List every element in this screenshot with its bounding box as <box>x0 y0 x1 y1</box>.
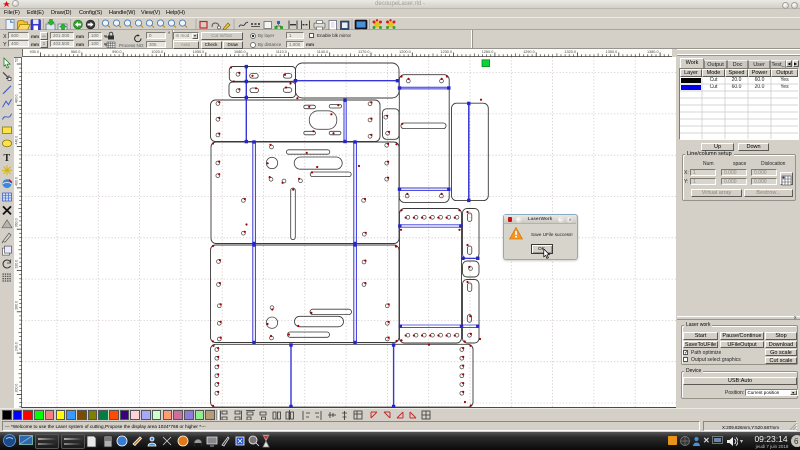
svg-text:1080.0: 1080.0 <box>234 50 246 54</box>
svg-text:960.0: 960.0 <box>71 50 81 54</box>
svg-text:1170.0: 1170.0 <box>358 50 369 54</box>
svg-text:320.0: 320.0 <box>15 260 19 269</box>
svg-text:1140.0: 1140.0 <box>317 50 328 54</box>
svg-text:T: T <box>4 153 11 164</box>
svg-text:400.0: 400.0 <box>15 177 19 186</box>
svg-text:1350.0: 1350.0 <box>606 50 618 54</box>
svg-text:930.0: 930.0 <box>30 50 40 54</box>
svg-text:1020.0: 1020.0 <box>151 50 163 54</box>
svg-text:1380.0: 1380.0 <box>647 50 659 54</box>
svg-text:200.0: 200.0 <box>15 384 19 393</box>
svg-text:360.0: 360.0 <box>15 218 19 227</box>
svg-text:1200.0: 1200.0 <box>399 50 411 54</box>
svg-text:1230.0: 1230.0 <box>440 50 452 54</box>
svg-text:990.0: 990.0 <box>112 50 122 54</box>
svg-text:1050.0: 1050.0 <box>193 50 205 54</box>
svg-text:440.0: 440.0 <box>15 136 19 145</box>
svg-text:1260.0: 1260.0 <box>482 50 494 54</box>
svg-text:1290.0: 1290.0 <box>523 50 535 54</box>
svg-text:520.0: 520.0 <box>15 58 19 62</box>
svg-text:1320.0: 1320.0 <box>564 50 576 54</box>
svg-text:1110.0: 1110.0 <box>276 50 287 54</box>
svg-text:6: 6 <box>794 437 799 446</box>
svg-text:480.0: 480.0 <box>15 94 19 103</box>
svg-text:280.0: 280.0 <box>15 301 19 310</box>
svg-text:240.0: 240.0 <box>15 342 19 351</box>
